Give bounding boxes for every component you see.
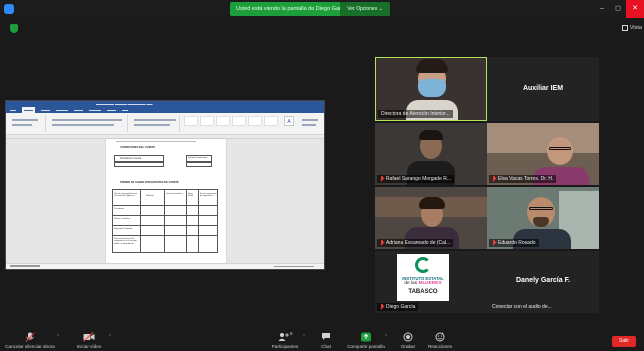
ribbon-clipboard-group xyxy=(8,115,46,132)
leave-meeting-button[interactable]: Salir xyxy=(612,336,636,347)
participant-name-tag: Directora de Atención Interior... xyxy=(378,110,453,118)
word-page: CONDICIONES DEL COMITÉ Presidente Comité… xyxy=(106,139,226,263)
video-off-icon xyxy=(83,332,95,342)
doc-row4: Persona al frente de la organización o e… xyxy=(114,238,137,245)
audio-options-chevron-up-icon[interactable]: ⌃ xyxy=(56,334,60,340)
screen-share-banner: Usted está viendo la pantalla de Diego G… xyxy=(230,2,390,16)
participant-name-tag: Adriana Escareado de (Cal... xyxy=(377,239,454,247)
mic-muted-icon xyxy=(492,240,496,246)
glasses xyxy=(549,147,571,150)
reactions-button[interactable]: Reacciones xyxy=(426,330,454,351)
doc-th2: Nombre xyxy=(146,195,154,197)
ribbon-font-group xyxy=(48,115,128,132)
mic-muted-icon xyxy=(380,304,384,310)
participant-name-tag: Diego García xyxy=(377,303,419,311)
zoom-meeting-window: Usted está viendo la pantalla de Diego G… xyxy=(0,0,644,351)
record-icon xyxy=(403,332,413,342)
ribbon-paragraph-group xyxy=(130,115,180,132)
participant-name-tag: Elsa Vacas Torres. Dr. H. xyxy=(489,175,557,183)
participant-name-tag: Conectar con el audio de... xyxy=(492,304,552,310)
doc-heading: CONDICIONES DEL COMITÉ xyxy=(120,146,155,149)
ribbon-style-box xyxy=(184,116,198,126)
participant-name-tag: Eduardo Rosado xyxy=(489,239,539,247)
word-status-bar xyxy=(6,263,324,269)
doc-th1: Tipo de representación en el Comité de V… xyxy=(114,193,138,198)
word-title-text: ▬▬▬▬▬▬ ▬▬▬▬ ▬▬▬▬▬▬ ▬▬ xyxy=(96,102,153,106)
face-mask xyxy=(418,79,446,97)
gallery-grid-icon xyxy=(621,25,628,31)
ribbon-style-box xyxy=(232,116,246,126)
doc-th3: Correo electrónico xyxy=(166,193,183,195)
shared-screen[interactable]: ▬▬▬▬▬▬ ▬▬▬▬ ▬▬▬▬▬▬ ▬▬ ▬▬ ▬▬▬ ▬▬▬ ▬▬▬▬ ▬▬… xyxy=(5,100,325,270)
chat-button[interactable]: Chat xyxy=(314,330,338,351)
ribbon-style-icon: A xyxy=(284,116,294,126)
mic-off-icon xyxy=(25,332,35,342)
security-shield-icon[interactable] xyxy=(10,24,18,33)
close-icon[interactable]: ✕ xyxy=(626,0,644,18)
zoom-logo-icon xyxy=(4,4,14,14)
word-title-bar: ▬▬▬▬▬▬ ▬▬▬▬ ▬▬▬▬▬▬ ▬▬ xyxy=(6,101,324,107)
view-options-button[interactable]: Ver Opciones ⌄ xyxy=(340,2,390,16)
ribbon-editing-group xyxy=(300,115,322,132)
glasses xyxy=(529,207,553,210)
doc-section: PRIMER DE SABER INTEGRANTES DE COMITÉ xyxy=(120,181,179,184)
ribbon-style-box xyxy=(264,116,278,126)
minimize-icon[interactable]: – xyxy=(594,0,610,18)
doc-th4: Sexo (M/H) xyxy=(188,193,193,198)
mic-muted-icon xyxy=(380,176,384,182)
participants-button[interactable]: 9 Participantes xyxy=(268,330,302,351)
word-document-area: CONDICIONES DEL COMITÉ Presidente Comité… xyxy=(6,139,324,263)
participant-tile[interactable]: Adriana Escareado de (Cal... xyxy=(375,187,487,249)
participant-tile[interactable]: Elsa Vacas Torres. Dr. H. xyxy=(487,123,599,185)
participant-display-name: Danely García F. xyxy=(515,277,571,284)
participant-name-tag: Rafael Sarango Morgade R... xyxy=(377,175,455,183)
mic-muted-icon xyxy=(492,176,496,182)
window-controls: – ◻ ✕ xyxy=(594,0,644,18)
ribbon-style-box xyxy=(248,116,262,126)
institute-logo: INSTITUTO ESTATAL de las MUJERES TABASCO xyxy=(397,254,449,301)
title-bar: Usted está viendo la pantalla de Diego G… xyxy=(0,0,644,18)
reactions-icon xyxy=(435,332,445,342)
video-options-chevron-up-icon[interactable]: ⌃ xyxy=(108,334,112,340)
participant-tile[interactable]: INSTITUTO ESTATAL de las MUJERES TABASCO… xyxy=(375,251,487,313)
participants-options-chevron-up-icon[interactable]: ⌃ xyxy=(302,334,306,340)
share-screen-button[interactable]: Compartir pantalla xyxy=(347,330,385,351)
start-video-button[interactable]: Iniciar vídeo xyxy=(72,330,106,351)
view-label: Vista xyxy=(629,25,642,31)
view-button[interactable]: Vista xyxy=(621,22,642,34)
participant-tile[interactable]: Auxiliar IEM xyxy=(487,57,599,121)
institute-logo-icon xyxy=(415,257,431,273)
participant-tile[interactable]: Rafael Sarango Morgade R... xyxy=(375,123,487,185)
doc-row2: Primer Contralor xyxy=(114,218,131,220)
meeting-toolbar: Cancelar silenciar ahora ⌃ Iniciar vídeo… xyxy=(0,330,644,351)
doc-col-right: Entidad Contratante xyxy=(188,157,208,159)
share-banner-text: Usted está viendo la pantalla de Diego G… xyxy=(236,6,348,12)
participant-display-name: Auxiliar IEM xyxy=(522,85,564,92)
share-options-chevron-up-icon[interactable]: ⌃ xyxy=(384,334,388,340)
doc-col-left: Presidente Comité xyxy=(120,157,142,160)
maximize-icon[interactable]: ◻ xyxy=(610,0,626,18)
participants-count: 9 xyxy=(290,331,293,336)
zoom-slider xyxy=(274,266,314,267)
doc-row1: Presidente xyxy=(114,208,125,210)
share-screen-icon xyxy=(361,332,371,342)
chat-icon xyxy=(322,333,330,340)
participant-tile[interactable]: Danely García F. Conectar con el audio d… xyxy=(487,251,599,313)
participant-tile-active[interactable]: Directora de Atención Interior... xyxy=(375,57,487,121)
ribbon-style-box xyxy=(200,116,214,126)
mic-muted-icon xyxy=(380,240,384,246)
unmute-button[interactable]: Cancelar silenciar ahora xyxy=(5,330,55,351)
doc-th5: Firma compromiso de adquisición xyxy=(200,193,217,198)
word-ribbon: A xyxy=(6,113,324,135)
ribbon-style-box xyxy=(216,116,230,126)
doc-row3: Segundo Contralor xyxy=(114,228,133,230)
participant-tile[interactable]: Eduardo Rosado xyxy=(487,187,599,249)
